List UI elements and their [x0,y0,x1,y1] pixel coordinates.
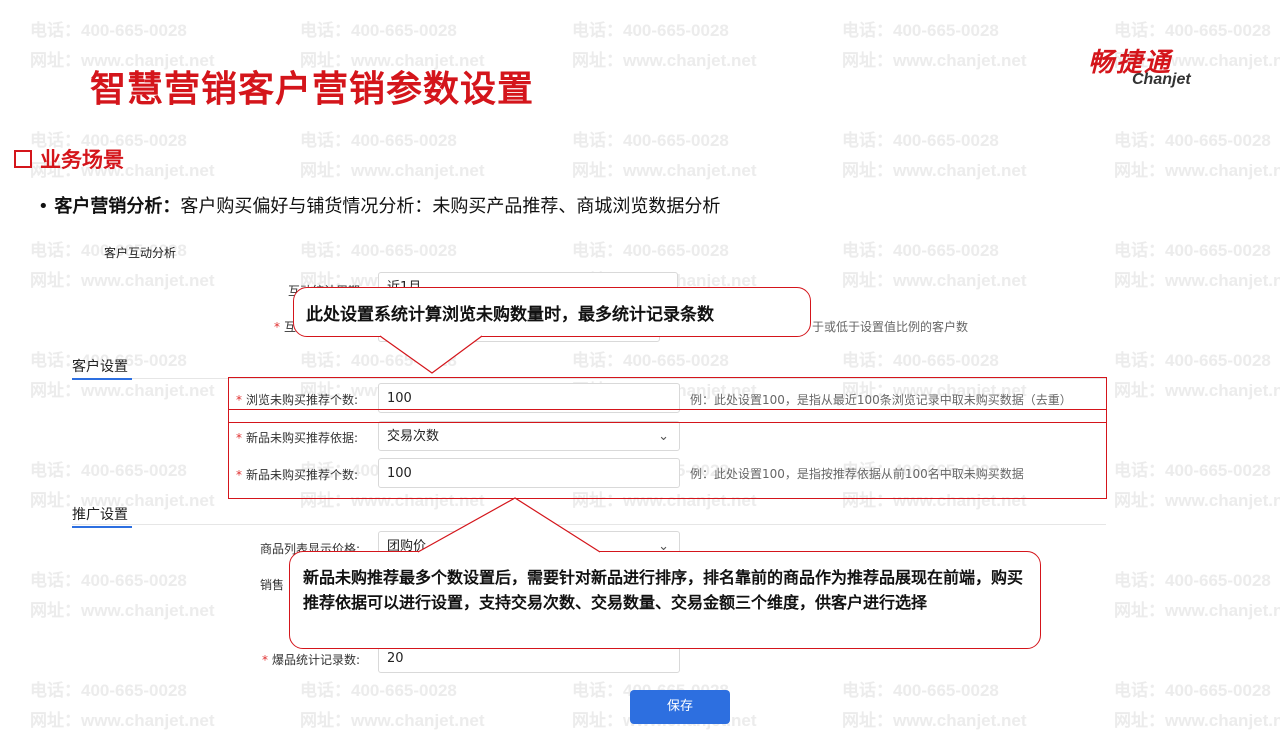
watermark-phone: 电话：400-665-0028 [842,681,999,700]
watermark-site: 网址：www.chanjet.net [842,271,1027,290]
watermark-phone: 电话：400-665-0028 [572,241,729,260]
watermark-phone: 电话：400-665-0028 [1114,131,1271,150]
square-bullet-icon [14,150,32,168]
highlight-connector [228,408,1107,422]
watermark-phone: 电话：400-665-0028 [300,21,457,40]
chanjet-logo: 畅捷通 Chanjet [1088,42,1228,92]
watermark-site: 网址：www.chanjet.net [1114,381,1280,400]
watermark-phone: 电话：400-665-0028 [30,571,187,590]
callout-top-text: 此处设置系统计算浏览未购数量时，最多统计记录条数 [306,305,714,325]
watermark-site: 网址：www.chanjet.net [572,51,757,70]
bullet-text: 客户购买偏好与铺货情况分析：未购买产品推荐、商城浏览数据分析 [180,196,721,217]
watermark-site: 网址：www.chanjet.net [572,161,757,180]
bullet-bold-text: 客户营销分析： [54,196,181,217]
watermark-site: 网址：www.chanjet.net [1114,711,1280,730]
highlight-new-rows [228,422,1107,499]
watermark-phone: 电话：400-665-0028 [842,241,999,260]
watermark-phone: 电话：400-665-0028 [1114,241,1271,260]
watermark-phone: 电话：400-665-0028 [300,681,457,700]
watermark-site: 网址：www.chanjet.net [1114,601,1280,620]
watermark-phone: 电话：400-665-0028 [572,351,729,370]
hot-count-label-text: 爆品统计记录数: [272,653,361,667]
interaction-ratio-hint: 于或低于设置值比例的客户数 [812,320,969,334]
save-button[interactable]: 保存 [630,690,730,724]
logo-en-text: Chanjet [1132,71,1191,88]
sales-label: 销售 [260,578,285,592]
watermark-site: 网址：www.chanjet.net [30,711,215,730]
watermark-site: 网址：www.chanjet.net [842,161,1027,180]
watermark-site: 网址：www.chanjet.net [300,161,485,180]
watermark-phone: 电话：400-665-0028 [842,351,999,370]
watermark-phone: 电话：400-665-0028 [1114,461,1271,480]
watermark-site: 网址：www.chanjet.net [30,601,215,620]
section-heading: 业务场景 [14,144,124,174]
watermark-site: 网址：www.chanjet.net [1114,491,1280,510]
watermark-phone: 电话：400-665-0028 [30,461,187,480]
slide-title: 智慧营销客户营销参数设置 [90,69,535,110]
callout-bottom: 新品未购推荐最多个数设置后，需要针对新品进行排序，排名靠前的商品作为推荐品展现在… [289,551,1041,649]
callout-top: 此处设置系统计算浏览未购数量时，最多统计记录条数 [293,287,811,337]
watermark-site: 网址：www.chanjet.net [1114,161,1280,180]
watermark-phone: 电话：400-665-0028 [300,131,457,150]
watermark-phone: 电话：400-665-0028 [300,351,457,370]
watermark-site: 网址：www.chanjet.net [842,51,1027,70]
dot-bullet-icon: • [38,196,55,217]
watermark-phone: 电话：400-665-0028 [300,241,457,260]
watermark-phone: 电话：400-665-0028 [30,21,187,40]
watermark-phone: 电话：400-665-0028 [1114,681,1271,700]
watermark-phone: 电话：400-665-0028 [842,21,999,40]
watermark-phone: 电话：400-665-0028 [30,681,187,700]
watermark-phone: 电话：400-665-0028 [842,131,999,150]
watermark-site: 网址：www.chanjet.net [842,711,1027,730]
highlight-browse-row [228,377,1107,410]
interaction-section-title: 客户互动分析 [104,246,177,260]
hot-count-value: 20 [387,651,404,666]
callout-bottom-text: 新品未购推荐最多个数设置后，需要针对新品进行排序，排名靠前的商品作为推荐品展现在… [303,568,1024,612]
watermark-site: 网址：www.chanjet.net [300,711,485,730]
watermark-phone: 电话：400-665-0028 [1114,571,1271,590]
watermark-site: 网址：www.chanjet.net [30,271,215,290]
tab-customer-settings[interactable]: 客户设置 [72,356,132,380]
tab-promotion-settings[interactable]: 推广设置 [72,504,132,528]
watermark-phone: 电话：400-665-0028 [572,21,729,40]
bullet-line: • 客户营销分析：客户购买偏好与铺货情况分析：未购买产品推荐、商城浏览数据分析 [38,192,720,218]
watermark-phone: 电话：400-665-0028 [1114,351,1271,370]
watermark-site: 网址：www.chanjet.net [30,381,215,400]
hot-count-label: * 爆品统计记录数: [262,653,361,667]
promotion-divider [72,524,1106,525]
section-heading-text: 业务场景 [40,148,124,172]
watermark-phone: 电话：400-665-0028 [572,131,729,150]
watermark-site: 网址：www.chanjet.net [1114,271,1280,290]
